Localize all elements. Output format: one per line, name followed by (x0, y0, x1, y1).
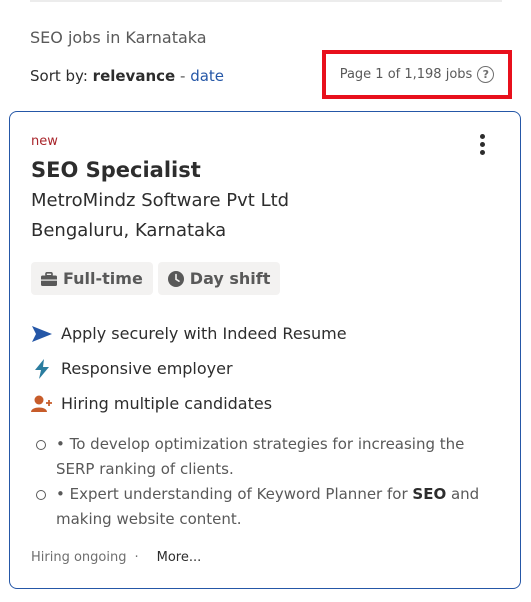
sort-by-prefix: Sort by: (30, 67, 88, 85)
snippet-text: • To develop optimization strategies for… (56, 435, 465, 478)
briefcase-icon (41, 271, 57, 286)
footer-separator: · (134, 550, 139, 565)
lightning-icon (31, 358, 53, 379)
page-info-text: Page 1 of 1,198 jobs (339, 67, 473, 82)
hiring-status: Hiring ongoing (31, 550, 127, 565)
snippet-text: • Expert understanding of Keyword Planne… (56, 482, 496, 532)
tag-day-shift: Day shift (157, 262, 281, 295)
snippet-item: • Expert understanding of Keyword Planne… (36, 482, 496, 532)
more-options-icon[interactable] (472, 134, 492, 162)
feature-hiring-multiple: Hiring multiple candidates (31, 386, 347, 421)
bullet-circle-icon (36, 440, 46, 450)
feature-label: Responsive employer (61, 359, 233, 378)
search-heading: SEO jobs in Karnataka (30, 28, 207, 47)
send-arrow-icon (31, 325, 53, 342)
company-name: MetroMindz Software Pvt Ltd (31, 190, 290, 211)
feature-label: Apply securely with Indeed Resume (61, 324, 347, 343)
more-link[interactable]: More... (157, 550, 202, 565)
help-icon[interactable]: ? (477, 66, 495, 83)
new-badge: new (31, 134, 58, 149)
job-tags: Full-time Day shift (31, 262, 281, 295)
job-card-footer: Hiring ongoing · More... (31, 550, 201, 565)
job-location: Bengaluru, Karnataka (31, 220, 227, 241)
clock-icon (167, 270, 184, 287)
person-add-icon (31, 395, 53, 413)
page-info-highlight: Page 1 of 1,198 jobs ? (322, 50, 512, 99)
job-card[interactable]: new SEO Specialist MetroMindz Software P… (9, 111, 521, 589)
tag-label: Full-time (63, 269, 143, 288)
sort-by-control: Sort by: relevance - date (30, 67, 224, 85)
sort-by-date-link[interactable]: date (190, 67, 224, 85)
sort-active-option: relevance (92, 67, 176, 85)
tag-full-time: Full-time (31, 262, 153, 295)
tag-label: Day shift (189, 269, 271, 288)
job-features: Apply securely with Indeed Resume Respon… (31, 316, 347, 421)
snippet-highlight: SEO (412, 485, 447, 503)
snippet-text-part: • Expert understanding of Keyword Planne… (56, 485, 413, 503)
top-divider (30, 0, 502, 2)
job-title-link[interactable]: SEO Specialist (31, 158, 201, 182)
bullet-circle-icon (36, 490, 46, 500)
feature-label: Hiring multiple candidates (61, 394, 273, 413)
sort-separator: - (179, 67, 186, 85)
feature-apply-with-resume: Apply securely with Indeed Resume (31, 316, 347, 351)
snippet-item: • To develop optimization strategies for… (36, 432, 496, 482)
job-snippet: • To develop optimization strategies for… (36, 432, 496, 532)
feature-responsive-employer: Responsive employer (31, 351, 347, 386)
